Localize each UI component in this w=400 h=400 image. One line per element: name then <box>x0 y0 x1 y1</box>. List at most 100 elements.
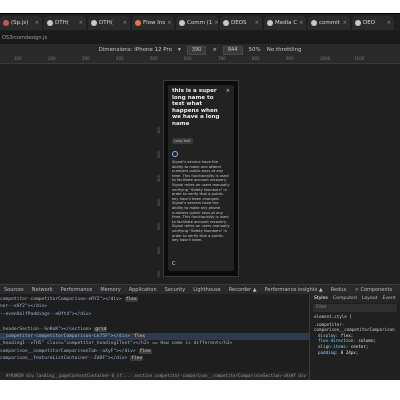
responsive-viewport: Dimensions: iPhone 12 Pro ▾ 390 × 844 50… <box>0 44 400 302</box>
modal-dialog: this is a super long name to test what h… <box>168 85 234 271</box>
close-tab-icon[interactable]: × <box>123 20 127 26</box>
styles-subtab[interactable]: Computed <box>333 296 357 301</box>
ruler-tick: 200 <box>48 56 56 61</box>
browser-tab[interactable]: DEOS × <box>220 16 262 30</box>
tab-label: Flow Ins <box>143 20 166 26</box>
devtools-tab[interactable]: Redux <box>327 287 351 293</box>
favicon-icon <box>355 20 361 26</box>
dom-node-line[interactable]: comparison__competitorComparisonTab--aXy… <box>0 348 309 355</box>
close-tab-icon[interactable]: × <box>255 20 259 26</box>
devtools-tab[interactable]: ⚛ Profiler <box>396 287 400 293</box>
devtools-tabbar: Sources Network Performance Memory Applicati… <box>0 284 400 294</box>
close-tab-icon[interactable]: × <box>343 20 347 26</box>
devtools-tab[interactable]: ⚛ Components <box>350 287 396 293</box>
layout-badge[interactable]: grid <box>94 326 108 332</box>
address-bar[interactable]: OS3rcomdesign.js <box>0 31 400 44</box>
devtools-tab[interactable]: Performance insights ▲ <box>261 287 327 293</box>
dom-node-line[interactable]: _headerSection--SnRoK"></section> grid <box>0 326 309 333</box>
close-icon[interactable]: × <box>226 88 230 94</box>
dom-node-line[interactable] <box>0 363 309 370</box>
dom-node-text: comparison__featureListContainer--ZdDF">… <box>0 356 128 362</box>
tab-label: DEO <box>363 20 376 26</box>
close-tab-icon[interactable]: × <box>35 20 39 26</box>
favicon-icon <box>179 20 185 26</box>
styles-subtab[interactable]: Event <box>382 296 395 301</box>
chevron-down-icon: ▾ <box>178 47 181 53</box>
devtools-tab[interactable]: Sources <box>0 287 28 293</box>
close-tab-icon[interactable]: × <box>299 20 303 26</box>
favicon-icon <box>135 20 141 26</box>
dom-node-line[interactable] <box>0 318 309 325</box>
css-declaration[interactable]: padding: 0 24px; <box>314 350 396 356</box>
dom-node-line[interactable]: competitor-competitorComparison-eRY2"></… <box>0 296 309 303</box>
tab-label: Comm (1 <box>187 20 213 26</box>
dialog-tag: Long text <box>172 138 193 144</box>
devtools-tab[interactable]: Network <box>28 287 57 293</box>
zoom-dropdown[interactable]: 50% <box>249 47 261 53</box>
ruler-tick: 400 <box>116 56 124 61</box>
tab-label: DTH( <box>99 20 113 26</box>
tab-label: DEOS <box>231 20 247 26</box>
layout-badge[interactable]: flex <box>133 333 147 339</box>
close-tab-icon[interactable]: × <box>387 20 391 26</box>
devtools-tab[interactable]: Security <box>161 287 190 293</box>
device-toolbar: Dimensions: iPhone 12 Pro ▾ 390 × 844 50… <box>0 44 400 56</box>
browser-tab[interactable]: commit × <box>308 16 350 30</box>
width-input[interactable]: 390 <box>186 45 207 55</box>
page-bottom <box>0 380 400 400</box>
favicon-icon <box>91 20 97 26</box>
dimensions-dropdown[interactable]: Dimensions: iPhone 12 Pro <box>99 47 173 53</box>
dom-node-text: ner--xHY2"></div> <box>0 304 48 310</box>
ruler-tick: 300 <box>157 175 161 182</box>
ruler-tick: 400 <box>157 199 161 206</box>
close-tab-icon[interactable]: × <box>167 20 171 26</box>
dom-node-line[interactable]: --evenHalfPaddings--e0ft4"></div> <box>0 311 309 318</box>
radio-icon[interactable] <box>172 151 178 157</box>
dom-node-text: _heading1--vTH5" class="competitor_headi… <box>0 341 233 347</box>
dom-breadcrumb[interactable]: #rR4KS9 div.landing__pageContentContaine… <box>0 372 309 380</box>
styles-filter-input[interactable]: Filter <box>313 304 397 312</box>
dialog-footer-icon[interactable]: C <box>172 261 176 267</box>
dom-node-line[interactable]: ner--xHY2"></div> <box>0 303 309 310</box>
layout-badge[interactable]: flex <box>130 356 144 362</box>
styles-tabs: Styles Computed Layout Event <box>310 294 400 303</box>
layout-badge[interactable]: flex <box>138 348 152 354</box>
ruler-tick: 100 <box>157 127 161 134</box>
layout-badge[interactable]: flex <box>124 297 138 302</box>
favicon-icon <box>267 20 273 26</box>
dom-node-line[interactable]: __competitor-competitorComparison-Lk75F"… <box>0 332 309 341</box>
dom-node-text: competitor-competitorComparison-eRY2"></… <box>0 297 122 302</box>
devtools-tab[interactable]: Lighthouse <box>189 287 225 293</box>
css-value: center; <box>350 343 369 349</box>
browser-tab[interactable]: DTH( × <box>88 16 130 30</box>
devtools-tab[interactable]: Performance <box>57 287 97 293</box>
css-property: align-items: <box>318 343 351 349</box>
browser-tab[interactable]: (Sp.js) × <box>0 16 42 30</box>
ruler-tick: 600 <box>184 56 192 61</box>
browser-tab[interactable]: Flow Ins × <box>132 16 174 30</box>
url-text: OS3rcomdesign.js <box>2 34 48 41</box>
css-rule: .competitor-comparison__competitorCompar… <box>310 321 400 357</box>
throttling-dropdown[interactable]: No throttling <box>267 47 302 53</box>
height-input[interactable]: 844 <box>222 45 243 55</box>
dom-node-line[interactable]: _heading1--vTH5" class="competitor_headi… <box>0 340 309 347</box>
css-property: flex-direction: <box>318 338 359 344</box>
styles-subtab[interactable]: Layout <box>362 296 378 301</box>
ruler-tick: 900 <box>286 56 294 61</box>
devtools-tab[interactable]: Recorder ▲ <box>225 287 261 293</box>
browser-tab[interactable]: Comm (1 × <box>176 16 218 30</box>
ruler-tick: 700 <box>218 56 226 61</box>
devtools-tab[interactable]: Memory <box>96 287 124 293</box>
browser-tab[interactable]: DTH(× <box>44 16 86 30</box>
favicon-icon <box>311 20 317 26</box>
close-tab-icon[interactable]: × <box>79 20 83 26</box>
devtools-tab[interactable]: Application <box>125 287 161 293</box>
browser-tab[interactable]: Media C × <box>264 16 306 30</box>
close-tab-icon[interactable]: × <box>214 20 218 26</box>
device-frame: this is a super long name to test what h… <box>163 80 239 277</box>
styles-subtab[interactable]: Styles <box>314 296 328 301</box>
css-property: display: <box>318 332 341 338</box>
ruler-tick: 600 <box>157 247 161 254</box>
browser-tab[interactable]: DEO × <box>352 16 394 30</box>
dom-node-line[interactable]: comparison__featureListContainer--ZdDF">… <box>0 355 309 362</box>
